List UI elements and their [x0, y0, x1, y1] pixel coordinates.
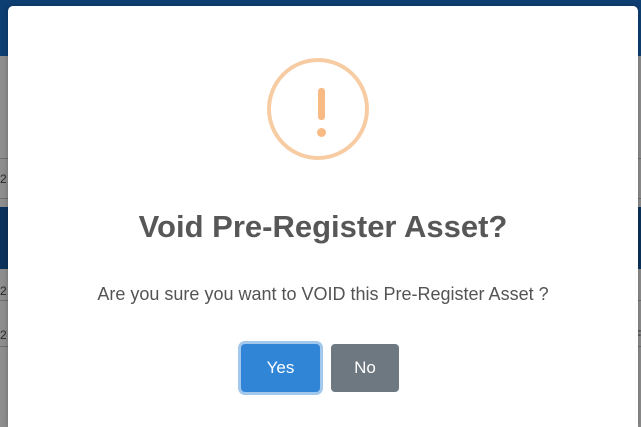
dialog-title: Void Pre-Register Asset?	[138, 209, 508, 244]
no-button[interactable]: No	[331, 344, 399, 392]
exclamation-bar	[318, 88, 325, 120]
confirm-dialog: Void Pre-Register Asset? Are you sure yo…	[8, 6, 638, 427]
warning-exclamation-icon	[267, 58, 369, 160]
yes-button[interactable]: Yes	[241, 344, 320, 392]
background-cell-text: 2	[0, 328, 7, 342]
background-cell-text: 2	[0, 172, 7, 186]
dialog-message: Are you sure you want to VOID this Pre-R…	[97, 284, 549, 304]
exclamation-dot	[317, 128, 326, 137]
background-cell-text: 2	[0, 284, 7, 298]
